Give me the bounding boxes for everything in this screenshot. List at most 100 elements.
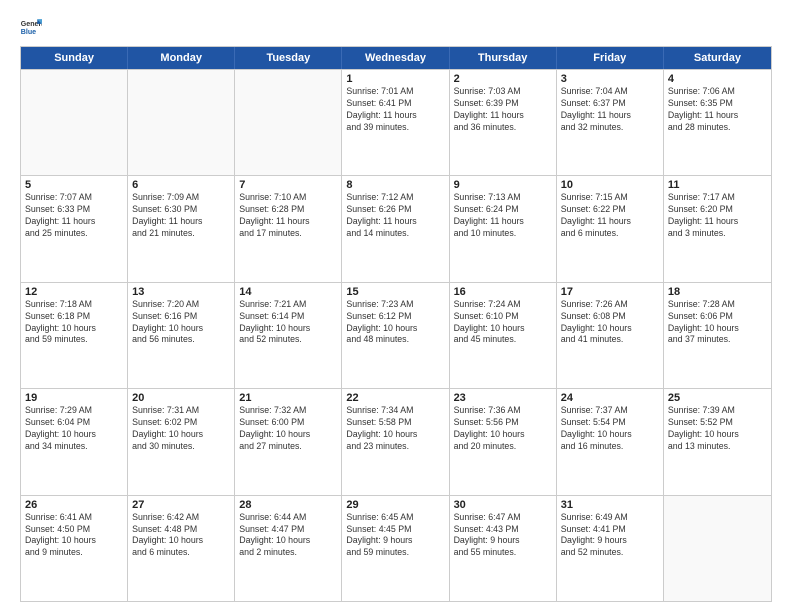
day-number: 19 [25,392,123,404]
day-cell-11: 11Sunrise: 7:17 AM Sunset: 6:20 PM Dayli… [664,176,771,281]
day-cell-10: 10Sunrise: 7:15 AM Sunset: 6:22 PM Dayli… [557,176,664,281]
day-cell-5: 5Sunrise: 7:07 AM Sunset: 6:33 PM Daylig… [21,176,128,281]
day-cell-3: 3Sunrise: 7:04 AM Sunset: 6:37 PM Daylig… [557,70,664,175]
day-cell-27: 27Sunrise: 6:42 AM Sunset: 4:48 PM Dayli… [128,496,235,601]
day-cell-15: 15Sunrise: 7:23 AM Sunset: 6:12 PM Dayli… [342,283,449,388]
day-number: 9 [454,179,552,191]
day-info: Sunrise: 7:17 AM Sunset: 6:20 PM Dayligh… [668,192,767,240]
calendar-row-5: 26Sunrise: 6:41 AM Sunset: 4:50 PM Dayli… [21,495,771,601]
day-cell-6: 6Sunrise: 7:09 AM Sunset: 6:30 PM Daylig… [128,176,235,281]
day-info: Sunrise: 7:01 AM Sunset: 6:41 PM Dayligh… [346,86,444,134]
calendar-row-1: 1Sunrise: 7:01 AM Sunset: 6:41 PM Daylig… [21,69,771,175]
day-cell-25: 25Sunrise: 7:39 AM Sunset: 5:52 PM Dayli… [664,389,771,494]
day-number: 27 [132,499,230,511]
empty-cell-r0c0 [21,70,128,175]
calendar-header: SundayMondayTuesdayWednesdayThursdayFrid… [21,47,771,69]
day-info: Sunrise: 7:36 AM Sunset: 5:56 PM Dayligh… [454,405,552,453]
logo: General Blue [20,16,44,38]
day-info: Sunrise: 7:15 AM Sunset: 6:22 PM Dayligh… [561,192,659,240]
day-number: 18 [668,286,767,298]
day-info: Sunrise: 7:31 AM Sunset: 6:02 PM Dayligh… [132,405,230,453]
day-cell-31: 31Sunrise: 6:49 AM Sunset: 4:41 PM Dayli… [557,496,664,601]
calendar-body: 1Sunrise: 7:01 AM Sunset: 6:41 PM Daylig… [21,69,771,601]
day-number: 2 [454,73,552,85]
day-cell-14: 14Sunrise: 7:21 AM Sunset: 6:14 PM Dayli… [235,283,342,388]
day-cell-20: 20Sunrise: 7:31 AM Sunset: 6:02 PM Dayli… [128,389,235,494]
day-info: Sunrise: 7:06 AM Sunset: 6:35 PM Dayligh… [668,86,767,134]
day-cell-26: 26Sunrise: 6:41 AM Sunset: 4:50 PM Dayli… [21,496,128,601]
day-number: 16 [454,286,552,298]
day-cell-16: 16Sunrise: 7:24 AM Sunset: 6:10 PM Dayli… [450,283,557,388]
day-info: Sunrise: 7:10 AM Sunset: 6:28 PM Dayligh… [239,192,337,240]
day-cell-21: 21Sunrise: 7:32 AM Sunset: 6:00 PM Dayli… [235,389,342,494]
day-number: 13 [132,286,230,298]
empty-cell-r0c1 [128,70,235,175]
day-number: 8 [346,179,444,191]
logo-icon: General Blue [20,16,42,38]
empty-cell-r0c2 [235,70,342,175]
day-info: Sunrise: 6:49 AM Sunset: 4:41 PM Dayligh… [561,512,659,560]
weekday-header-sunday: Sunday [21,47,128,69]
day-cell-18: 18Sunrise: 7:28 AM Sunset: 6:06 PM Dayli… [664,283,771,388]
day-info: Sunrise: 6:41 AM Sunset: 4:50 PM Dayligh… [25,512,123,560]
day-cell-2: 2Sunrise: 7:03 AM Sunset: 6:39 PM Daylig… [450,70,557,175]
day-info: Sunrise: 6:44 AM Sunset: 4:47 PM Dayligh… [239,512,337,560]
calendar-row-2: 5Sunrise: 7:07 AM Sunset: 6:33 PM Daylig… [21,175,771,281]
day-info: Sunrise: 7:34 AM Sunset: 5:58 PM Dayligh… [346,405,444,453]
day-info: Sunrise: 7:32 AM Sunset: 6:00 PM Dayligh… [239,405,337,453]
day-number: 15 [346,286,444,298]
day-number: 14 [239,286,337,298]
day-info: Sunrise: 7:07 AM Sunset: 6:33 PM Dayligh… [25,192,123,240]
day-cell-1: 1Sunrise: 7:01 AM Sunset: 6:41 PM Daylig… [342,70,449,175]
day-number: 4 [668,73,767,85]
day-number: 17 [561,286,659,298]
day-number: 25 [668,392,767,404]
day-info: Sunrise: 7:04 AM Sunset: 6:37 PM Dayligh… [561,86,659,134]
day-number: 21 [239,392,337,404]
day-info: Sunrise: 6:47 AM Sunset: 4:43 PM Dayligh… [454,512,552,560]
day-cell-9: 9Sunrise: 7:13 AM Sunset: 6:24 PM Daylig… [450,176,557,281]
day-number: 12 [25,286,123,298]
calendar: SundayMondayTuesdayWednesdayThursdayFrid… [20,46,772,602]
day-cell-29: 29Sunrise: 6:45 AM Sunset: 4:45 PM Dayli… [342,496,449,601]
day-number: 30 [454,499,552,511]
day-number: 20 [132,392,230,404]
day-number: 31 [561,499,659,511]
day-cell-17: 17Sunrise: 7:26 AM Sunset: 6:08 PM Dayli… [557,283,664,388]
day-number: 23 [454,392,552,404]
day-info: Sunrise: 7:21 AM Sunset: 6:14 PM Dayligh… [239,299,337,347]
day-cell-23: 23Sunrise: 7:36 AM Sunset: 5:56 PM Dayli… [450,389,557,494]
day-number: 29 [346,499,444,511]
day-info: Sunrise: 7:13 AM Sunset: 6:24 PM Dayligh… [454,192,552,240]
svg-text:Blue: Blue [21,29,36,36]
day-cell-8: 8Sunrise: 7:12 AM Sunset: 6:26 PM Daylig… [342,176,449,281]
day-info: Sunrise: 7:09 AM Sunset: 6:30 PM Dayligh… [132,192,230,240]
day-info: Sunrise: 7:26 AM Sunset: 6:08 PM Dayligh… [561,299,659,347]
weekday-header-thursday: Thursday [450,47,557,69]
day-cell-13: 13Sunrise: 7:20 AM Sunset: 6:16 PM Dayli… [128,283,235,388]
weekday-header-saturday: Saturday [664,47,771,69]
day-cell-7: 7Sunrise: 7:10 AM Sunset: 6:28 PM Daylig… [235,176,342,281]
day-number: 7 [239,179,337,191]
day-info: Sunrise: 7:28 AM Sunset: 6:06 PM Dayligh… [668,299,767,347]
day-number: 5 [25,179,123,191]
weekday-header-monday: Monday [128,47,235,69]
weekday-header-tuesday: Tuesday [235,47,342,69]
day-number: 22 [346,392,444,404]
day-info: Sunrise: 7:23 AM Sunset: 6:12 PM Dayligh… [346,299,444,347]
day-info: Sunrise: 7:20 AM Sunset: 6:16 PM Dayligh… [132,299,230,347]
day-number: 1 [346,73,444,85]
day-cell-30: 30Sunrise: 6:47 AM Sunset: 4:43 PM Dayli… [450,496,557,601]
empty-cell-r4c6 [664,496,771,601]
day-info: Sunrise: 7:18 AM Sunset: 6:18 PM Dayligh… [25,299,123,347]
day-cell-4: 4Sunrise: 7:06 AM Sunset: 6:35 PM Daylig… [664,70,771,175]
calendar-row-3: 12Sunrise: 7:18 AM Sunset: 6:18 PM Dayli… [21,282,771,388]
day-info: Sunrise: 7:29 AM Sunset: 6:04 PM Dayligh… [25,405,123,453]
weekday-header-wednesday: Wednesday [342,47,449,69]
day-cell-19: 19Sunrise: 7:29 AM Sunset: 6:04 PM Dayli… [21,389,128,494]
day-number: 24 [561,392,659,404]
day-info: Sunrise: 7:24 AM Sunset: 6:10 PM Dayligh… [454,299,552,347]
day-info: Sunrise: 6:42 AM Sunset: 4:48 PM Dayligh… [132,512,230,560]
day-info: Sunrise: 7:39 AM Sunset: 5:52 PM Dayligh… [668,405,767,453]
day-cell-28: 28Sunrise: 6:44 AM Sunset: 4:47 PM Dayli… [235,496,342,601]
